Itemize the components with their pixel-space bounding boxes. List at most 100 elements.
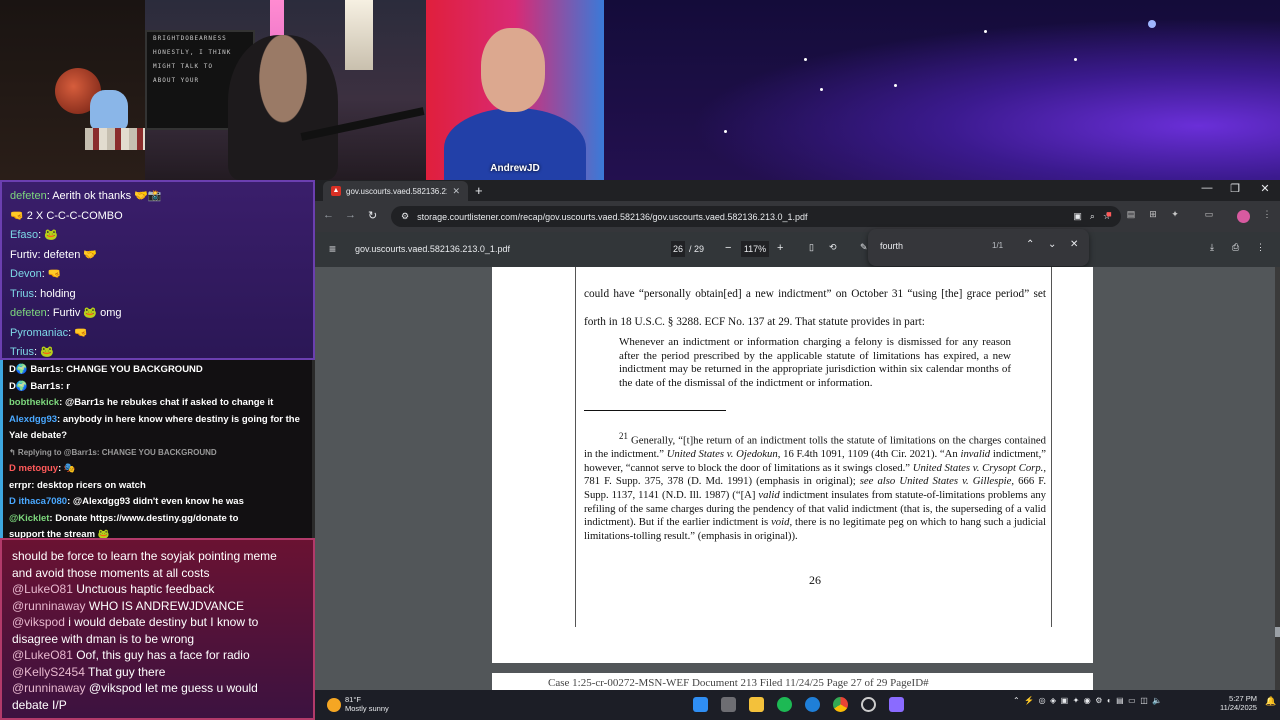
chat-message: D metoguy: 🎭 (9, 461, 306, 478)
clock[interactable]: 5:27 PM 11/24/2025 (1220, 694, 1257, 712)
zoom-in-button[interactable]: + (777, 242, 783, 254)
chat-username[interactable]: defeten (10, 307, 47, 319)
spotify-icon[interactable] (777, 697, 792, 712)
tray-app-icon[interactable]: ◐ (1107, 696, 1112, 705)
url-bar[interactable]: ⚙ storage.courtlistener.com/recap/gov.us… (391, 206, 1121, 227)
guest-name-tag: AndrewJD (490, 163, 540, 174)
find-previous-icon[interactable]: ⌃ (1026, 239, 1034, 250)
back-icon[interactable]: ← (323, 209, 334, 221)
chat-username[interactable]: Trius (10, 346, 34, 358)
chat-mention[interactable]: @LukeO81 (12, 582, 73, 596)
chat-mention[interactable]: @LukeO81 (12, 648, 73, 662)
tray-app-icon[interactable]: ⚙ (1095, 696, 1102, 705)
app-icon[interactable] (889, 697, 904, 712)
maximize-button[interactable]: ❐ (1223, 182, 1247, 195)
chat-message: disagree with dman is to be wrong (12, 631, 303, 648)
reload-icon[interactable]: ↻ (368, 209, 377, 222)
chat-username[interactable]: Pyromaniac (10, 327, 68, 339)
chat-username[interactable]: Alexdgg93 (9, 414, 57, 425)
zoom-out-button[interactable]: − (725, 242, 731, 254)
body-paragraph: could have “personally obtain[ed] a new … (584, 288, 1046, 328)
fit-page-icon[interactable]: ▯ (809, 242, 814, 253)
chat-username[interactable]: @Kicklet (9, 513, 49, 524)
rotate-icon[interactable]: ⟲ (829, 242, 837, 253)
scrollbar[interactable] (1275, 267, 1280, 690)
chat-username[interactable]: defeten (10, 190, 47, 202)
find-input[interactable]: fourth (880, 241, 903, 251)
profile-avatar[interactable] (1237, 210, 1250, 223)
find-close-icon[interactable]: ✕ (1070, 239, 1078, 250)
chat-username[interactable]: D ithaca7080 (9, 496, 67, 507)
tray-overflow-icon[interactable]: ⌃ (1013, 696, 1020, 705)
zoom-icon[interactable]: ⌕ (1090, 211, 1095, 222)
chat-mention[interactable]: @runninaway (12, 681, 86, 695)
network-icon[interactable]: ◫ (1140, 696, 1148, 705)
volume-icon[interactable]: 🔈 (1152, 696, 1162, 705)
forward-icon[interactable]: → (345, 209, 356, 221)
zoom-level-input[interactable]: 117% (741, 241, 769, 257)
extensions-puzzle-icon[interactable]: ✦ (1169, 209, 1181, 221)
site-info-icon[interactable]: ⚙ (401, 211, 409, 222)
chat-text: anybody in here know where destiny is go… (62, 413, 300, 425)
chat-message: @runninaway WHO IS ANDREWJDVANCE (12, 598, 303, 615)
side-panel-icon[interactable]: ▭ (1203, 209, 1215, 221)
page-action-icon[interactable]: ▣ (1073, 211, 1082, 222)
chat-username[interactable]: D🌍 Barr1s (9, 364, 60, 375)
case-citation: United States v. Ojedokun (666, 448, 778, 461)
menu-dots-icon[interactable]: ⋮ (1261, 209, 1273, 221)
close-tab-icon[interactable]: ✕ (452, 186, 460, 197)
tray-app-icon[interactable]: ◈ (1050, 696, 1056, 705)
tray-app-icon[interactable]: ⚡ (1024, 696, 1034, 705)
annotate-icon[interactable]: ✎ (860, 242, 868, 253)
chrome-icon[interactable] (833, 697, 848, 712)
chat-username[interactable]: Furtiv (10, 249, 38, 261)
extension-icon[interactable]: ⊞ (1147, 209, 1159, 221)
chat-message: ↰ Replying to @Barr1s: CHANGE YOU BACKGR… (9, 445, 306, 462)
chat-username[interactable]: Devon (10, 268, 42, 280)
tray-app-icon[interactable]: ✦ (1073, 696, 1080, 705)
display-icon[interactable]: ▭ (1128, 696, 1136, 705)
chat-username[interactable]: bobthekick (9, 397, 59, 408)
close-window-button[interactable]: ✕ (1253, 182, 1277, 195)
obs-icon[interactable] (861, 697, 876, 712)
chat-username[interactable]: errpr (9, 480, 31, 491)
file-explorer-icon[interactable] (749, 697, 764, 712)
tray-app-icon[interactable]: ◎ (1039, 696, 1046, 705)
hamburger-menu-icon[interactable]: ≡ (329, 242, 336, 256)
chat-message: Alexdgg93: anybody in here know where de… (9, 412, 306, 429)
chat-mention[interactable]: @KellyS2454 (12, 665, 85, 679)
pdf-page: could have “personally obtain[ed] a new … (492, 267, 1093, 663)
url-text: storage.courtlistener.com/recap/gov.usco… (417, 211, 808, 222)
notification-icon[interactable]: 🔔 (1265, 696, 1276, 707)
task-view-icon[interactable] (721, 697, 736, 712)
edge-icon[interactable] (805, 697, 820, 712)
chat-username[interactable]: D🌍 Barr1s (9, 381, 60, 392)
chat-text: 🐸 (40, 346, 54, 358)
chat-message: D🌍 Barr1s: r (9, 379, 306, 396)
download-icon[interactable]: ⤓ (1210, 242, 1214, 253)
find-next-icon[interactable]: ⌄ (1048, 239, 1056, 250)
start-windows-icon[interactable] (693, 697, 708, 712)
page-number-input[interactable]: 26 (671, 241, 685, 257)
chat-username[interactable]: D metoguy (9, 463, 58, 474)
tray-app-icon[interactable]: ▤ (1116, 696, 1124, 705)
scrollbar-thumb[interactable] (1275, 627, 1280, 637)
chat-message: defeten: Furtiv 🐸 omg (10, 304, 305, 324)
chat-username[interactable]: Efaso (10, 229, 38, 241)
pdf-toolbar: ≡ gov.uscourts.vaed.582136.213.0_1.pdf 2… (315, 229, 1280, 267)
browser-tab[interactable]: ▲ gov.uscourts.vaed.582136.213.0_1.pdf ✕ (323, 181, 468, 201)
minimize-button[interactable]: — (1195, 182, 1219, 194)
tray-app-icon[interactable]: ▣ (1061, 696, 1069, 705)
extension-icon[interactable]: ▤ (1125, 209, 1137, 221)
new-tab-button[interactable]: + (475, 183, 483, 198)
pdf-viewer[interactable]: could have “personally obtain[ed] a new … (315, 267, 1275, 690)
more-options-icon[interactable]: ⋮ (1256, 242, 1265, 253)
footnote-divider (584, 410, 726, 411)
chat-mention[interactable]: @vikspod (12, 615, 65, 629)
lightbox-line: HONESTLY, I THINK (153, 49, 232, 56)
print-icon[interactable]: ⎙ (1232, 242, 1239, 253)
extension-icon[interactable]: ■ (1103, 209, 1115, 221)
chat-mention[interactable]: @runninaway (12, 599, 86, 613)
steam-icon[interactable]: ◉ (1084, 696, 1091, 705)
chat-username[interactable]: Trius (10, 288, 34, 300)
